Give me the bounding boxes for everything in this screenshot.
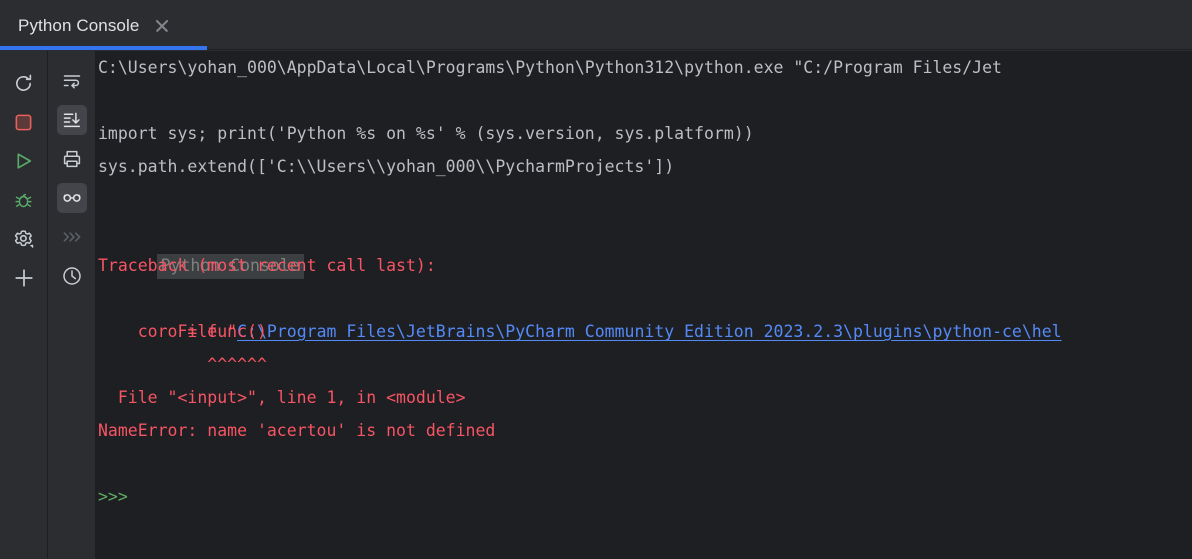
debug-button[interactable] bbox=[9, 185, 39, 215]
console-line-python-console-banner: Python Console bbox=[95, 216, 304, 279]
console-line-import-sys: import sys; print('Python %s on %s' % (s… bbox=[98, 124, 754, 143]
debug-bug-icon bbox=[13, 190, 34, 211]
run-triangle-icon bbox=[14, 151, 34, 171]
glasses-icon bbox=[61, 187, 83, 209]
print-button[interactable] bbox=[57, 144, 87, 174]
console-line-input-module: File "<input>", line 1, in <module> bbox=[98, 388, 466, 407]
chevrons-right-icon bbox=[61, 226, 83, 248]
console-line-interpreter-path: C:\Users\yohan_000\AppData\Local\Program… bbox=[98, 58, 1002, 77]
console-view-toolbar bbox=[48, 51, 95, 559]
gear-icon bbox=[13, 228, 35, 250]
soft-wrap-icon bbox=[61, 70, 83, 92]
tab-active-underline bbox=[0, 46, 207, 50]
console-line-nameerror: NameError: name 'acertou' is not defined bbox=[98, 421, 496, 440]
rerun-icon bbox=[13, 73, 34, 94]
command-history-button[interactable] bbox=[57, 261, 87, 291]
soft-wrap-button[interactable] bbox=[57, 66, 87, 96]
console-line-coro-assign: coro = func() bbox=[98, 322, 267, 341]
traceback-file-link[interactable]: C:\Program Files\JetBrains\PyCharm Commu… bbox=[237, 322, 1062, 341]
scroll-to-end-button[interactable] bbox=[56, 105, 87, 135]
stop-square-icon bbox=[14, 113, 33, 132]
rerun-console-button[interactable] bbox=[9, 68, 39, 98]
stop-button[interactable] bbox=[9, 107, 39, 137]
plus-icon bbox=[13, 267, 35, 289]
tab-bar: Python Console bbox=[0, 0, 1192, 51]
printer-icon bbox=[61, 148, 83, 170]
tab-python-console[interactable]: Python Console bbox=[0, 0, 207, 51]
tab-bar-separator bbox=[207, 49, 1192, 50]
execute-button[interactable] bbox=[9, 146, 39, 176]
console-prompt[interactable]: >>> bbox=[95, 480, 128, 513]
scroll-to-end-icon bbox=[61, 109, 83, 131]
console-line-traceback-file-link: File "C:\Program Files\JetBrains\PyCharm… bbox=[95, 282, 1061, 341]
view-as-button[interactable] bbox=[56, 183, 87, 213]
close-icon[interactable] bbox=[153, 17, 171, 35]
tab-label: Python Console bbox=[18, 15, 140, 35]
console-line-traceback-header: Traceback (most recent call last): bbox=[98, 256, 436, 275]
python-console-window: Python Console C:\Users\yohan_000\AppDat… bbox=[0, 0, 1192, 559]
show-prompt-button[interactable] bbox=[57, 222, 87, 252]
new-console-button[interactable] bbox=[9, 263, 39, 293]
console-line-caret-markers: ^^^^^^ bbox=[98, 355, 267, 374]
console-output-area[interactable]: C:\Users\yohan_000\AppData\Local\Program… bbox=[95, 51, 1192, 559]
settings-button[interactable] bbox=[9, 224, 39, 254]
console-run-toolbar bbox=[0, 51, 47, 559]
console-line-syspath-extend: sys.path.extend(['C:\\Users\\yohan_000\\… bbox=[98, 157, 675, 176]
clock-icon bbox=[61, 265, 83, 287]
